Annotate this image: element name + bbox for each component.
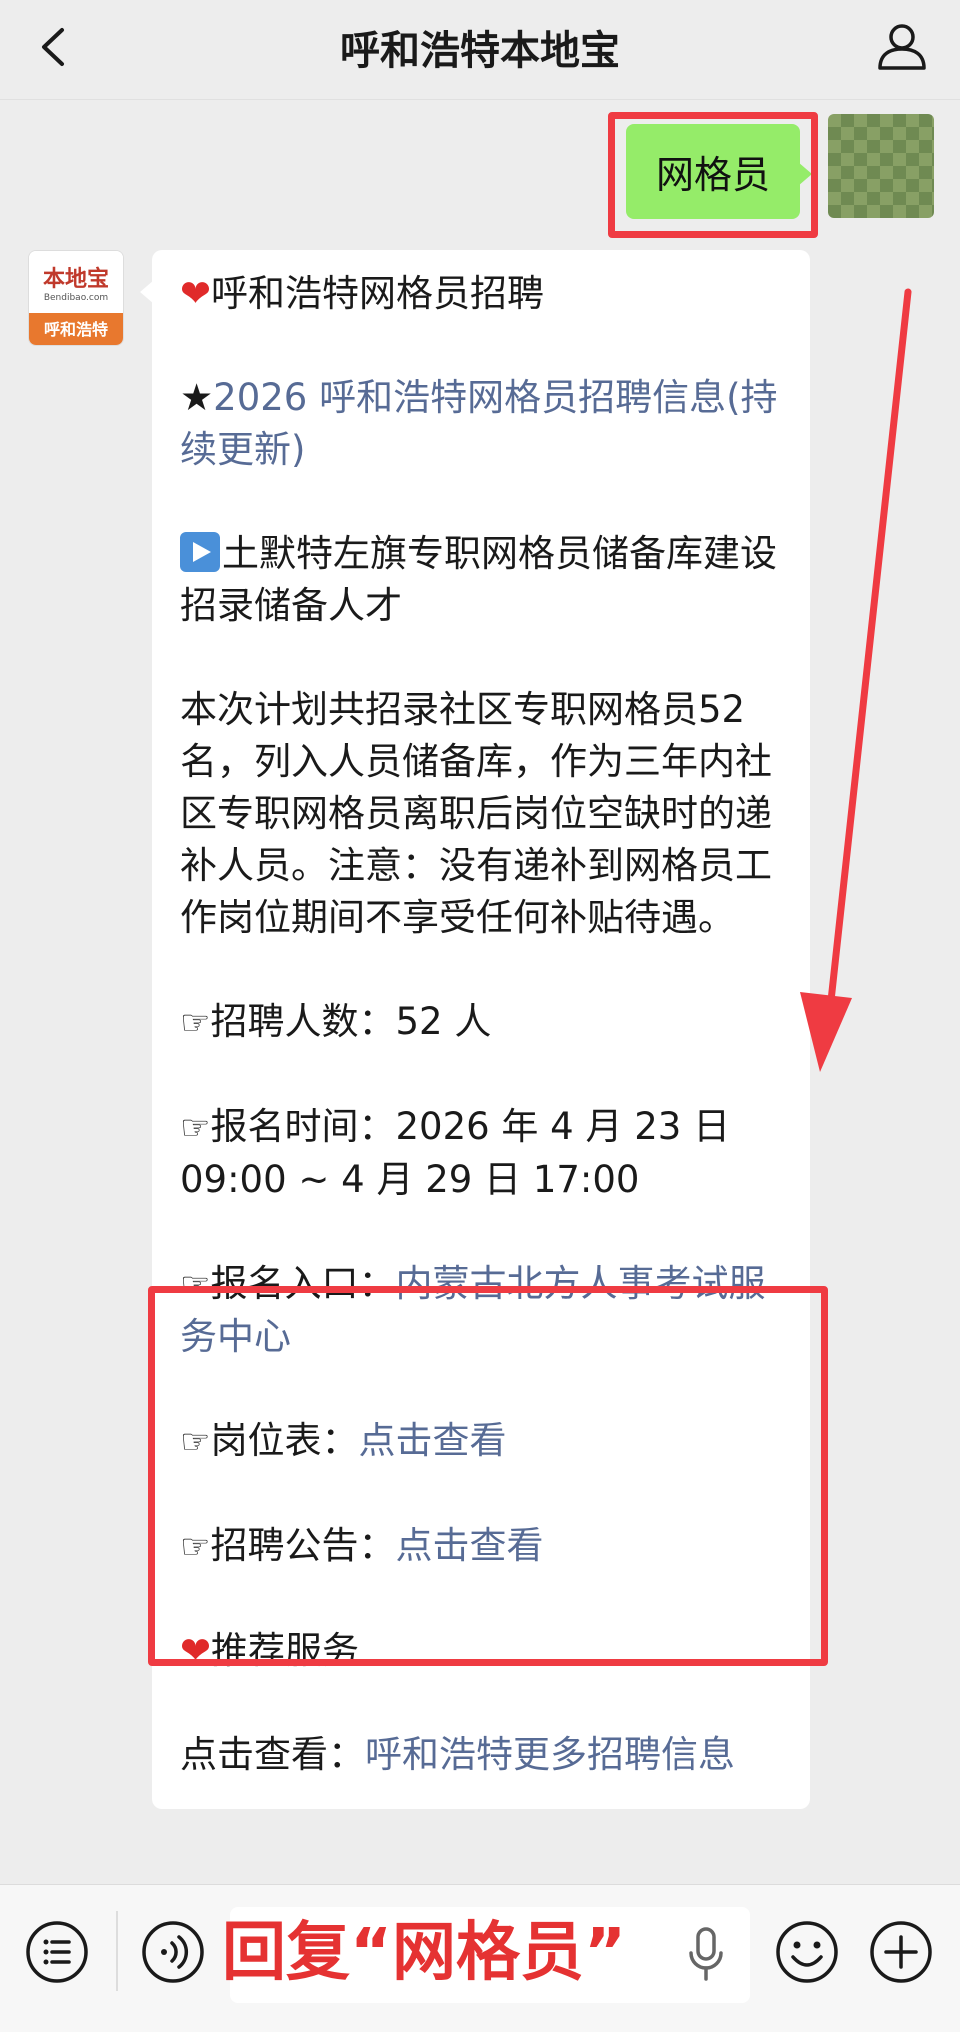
time-row: ☞报名时间：2026 年 4 月 23 日 09:00 ~ 4 月 29 日 1…: [180, 1101, 780, 1206]
divider: [116, 1911, 118, 1991]
message-title: 呼和浩特网格员招聘: [211, 272, 545, 315]
person-icon[interactable]: [874, 18, 930, 74]
highlight-box-user-message: [608, 112, 818, 238]
pointing-hand-icon: ☞: [180, 1003, 211, 1043]
more-row: 点击查看：呼和浩特更多招聘信息: [180, 1729, 780, 1781]
list-menu-icon[interactable]: [24, 1919, 90, 1985]
chat-area: 网格员 本地宝 Bendibao.com 呼和浩特 ❤呼和浩特网格员招聘 ★20…: [0, 100, 960, 1880]
emoji-icon[interactable]: [774, 1919, 840, 1985]
heart-icon: ❤: [180, 272, 212, 315]
overlay-instruction-text: 回复“网格员”: [222, 1916, 627, 1990]
bot-avatar[interactable]: 本地宝 Bendibao.com 呼和浩特: [28, 250, 124, 346]
avatar-logo-text: 本地宝: [42, 266, 109, 292]
highlight-box-links: [148, 1286, 828, 1666]
count-label: 招聘人数：: [210, 1000, 396, 1043]
item2-row: 土默特左旗专职网格员储备库建设招录储备人才: [180, 528, 780, 632]
play-icon: [180, 532, 220, 572]
count-value: 52 人: [395, 1000, 492, 1043]
more-link[interactable]: 呼和浩特更多招聘信息: [365, 1733, 735, 1776]
item2-text: 土默特左旗专职网格员储备库建设招录储备人才: [180, 532, 777, 627]
top-bar: 呼和浩特本地宝: [0, 0, 960, 100]
more-label: 点击查看：: [180, 1733, 365, 1776]
user-avatar[interactable]: [828, 114, 934, 218]
pointing-hand-icon: ☞: [180, 1108, 211, 1148]
avatar-city-label: 呼和浩特: [29, 313, 123, 345]
bottom-input-bar: 回复“网格员”: [0, 1884, 960, 2032]
page-title: 呼和浩特本地宝: [340, 28, 620, 74]
voice-icon[interactable]: [140, 1919, 206, 1985]
plus-icon[interactable]: [868, 1919, 934, 1985]
time-label: 报名时间：: [210, 1105, 396, 1148]
mic-icon[interactable]: [686, 1925, 726, 1985]
message-title-row: ❤呼和浩特网格员招聘: [180, 268, 780, 320]
count-row: ☞招聘人数：52 人: [180, 996, 780, 1049]
description: 本次计划共招录社区专职网格员52名，列入人员储备库，作为三年内社区专职网格员离职…: [180, 688, 772, 939]
avatar-logo-sub: Bendibao.com: [43, 293, 109, 303]
item1-row: ★2026 呼和浩特网格员招聘信息(持续更新): [180, 372, 780, 476]
item1-link[interactable]: 2026 呼和浩特网格员招聘信息(持续更新): [180, 376, 778, 471]
star-icon: ★: [180, 376, 214, 419]
